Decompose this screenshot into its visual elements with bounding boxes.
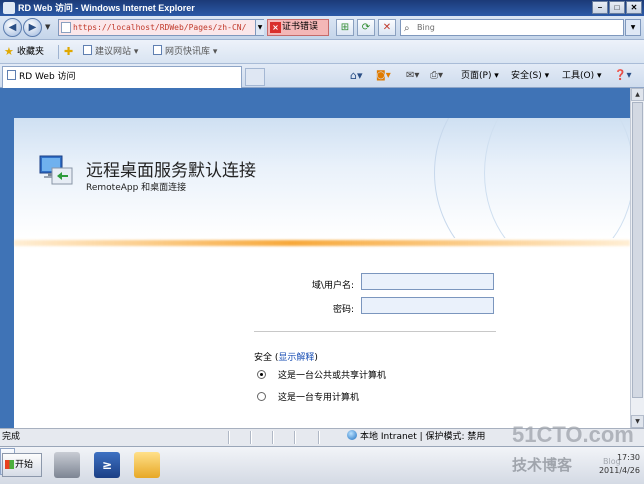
close-window-button[interactable]: ✕ (626, 1, 642, 14)
tab-page-icon (7, 70, 16, 80)
new-tab-button[interactable] (245, 68, 265, 86)
powershell-icon[interactable]: ≥ (94, 452, 120, 478)
search-input[interactable]: ⌕ Bing (400, 19, 624, 36)
add-to-favorites-icon[interactable]: ✚ (64, 40, 73, 64)
tools-menu[interactable]: 工具(O) ▾ (562, 64, 602, 88)
vertical-scrollbar[interactable]: ▲ ▼ (630, 88, 644, 428)
search-icon: ⌕ (404, 23, 410, 34)
recent-pages-dropdown[interactable]: ▼ (45, 23, 50, 31)
page-icon (153, 45, 162, 55)
password-label: 密码: (332, 305, 354, 315)
private-computer-label: 这是一台专用计算机 (278, 393, 360, 403)
minimize-button[interactable]: – (592, 1, 608, 14)
scroll-up-button[interactable]: ▲ (631, 88, 644, 101)
status-bar: 完成 本地 Intranet | 保护模式: 禁用 (0, 428, 644, 446)
username-input[interactable] (361, 273, 494, 290)
safety-menu[interactable]: 安全(S) ▾ (511, 64, 549, 88)
search-placeholder: Bing (417, 23, 435, 32)
address-bar[interactable]: https://localhost/RDWeb/Pages/zh-CN/ (58, 19, 264, 36)
form-divider (254, 331, 496, 332)
private-computer-radio[interactable] (257, 392, 266, 401)
stop-icon: ✕ (382, 22, 392, 33)
clock-date: 2011/4/26 (598, 466, 640, 475)
refresh-icon: ⟳ (361, 22, 371, 33)
intranet-globe-icon (347, 430, 357, 440)
web-slice-gallery-link[interactable]: 网页快讯库 ▾ (153, 40, 217, 64)
banner-orange-glow (14, 240, 630, 246)
show-explanation-link[interactable]: 显示解释 (278, 353, 314, 363)
status-divider (318, 431, 320, 444)
back-button[interactable]: ◀ (3, 18, 22, 37)
certificate-error-button[interactable]: × 证书错误 (267, 19, 329, 36)
status-divider (228, 431, 230, 444)
stop-button[interactable]: ✕ (378, 19, 396, 36)
page-menu[interactable]: 页面(P) ▾ (461, 64, 499, 88)
help-icon[interactable]: ❓▾ (614, 64, 631, 88)
start-label: 开始 (15, 460, 34, 470)
home-icon[interactable]: ⌂▾ (350, 64, 363, 88)
page-icon (61, 22, 71, 33)
status-divider (294, 431, 296, 444)
public-computer-radio[interactable] (257, 370, 266, 379)
windows-flag-icon (5, 460, 14, 469)
suggested-sites-link[interactable]: 建议网站 ▾ (83, 40, 138, 64)
clock-time: 17:30 (616, 453, 640, 462)
scroll-down-button[interactable]: ▼ (631, 415, 644, 428)
cert-error-label: 证书错误 (282, 22, 319, 32)
maximize-button[interactable]: □ (609, 1, 625, 14)
page-content: 远程桌面服务默认连接 RemoteApp 和桌面连接 域\用户名: 密码: 安全… (0, 88, 630, 428)
security-heading: 安全 (显示解释) (254, 353, 318, 363)
tab-title: RD Web 访问 (19, 72, 76, 82)
address-url: https://localhost/RDWeb/Pages/zh-CN/ (73, 23, 247, 32)
status-divider (272, 431, 274, 444)
favorites-button[interactable]: 收藏夹 (17, 40, 44, 64)
taskbar: 开始 ≥ e 17:30 2011/4/26 (0, 446, 644, 484)
globe-decoration-inner (484, 118, 630, 238)
window-controls: – □ ✕ (592, 1, 642, 14)
system-clock[interactable]: 17:30 2011/4/26 (588, 451, 642, 481)
compatibility-icon: ⊞ (340, 22, 350, 33)
favorites-divider (58, 45, 59, 59)
password-input[interactable] (361, 297, 494, 314)
forward-arrow-icon: ▶ (28, 22, 37, 33)
server-manager-icon[interactable] (54, 452, 80, 478)
cert-error-icon: × (270, 22, 281, 33)
start-button[interactable]: 开始 (2, 453, 42, 477)
address-toolbar: ◀ ▶ ▼ https://localhost/RDWeb/Pages/zh-C… (0, 16, 644, 40)
public-computer-label: 这是一台公共或共享计算机 (278, 371, 387, 381)
refresh-button[interactable]: ⟳ (357, 19, 375, 36)
remote-desktop-logo-icon (39, 155, 73, 185)
search-options-button[interactable]: ▼ (625, 19, 641, 36)
window-title-bar: RD Web 访问 - Windows Internet Explorer – … (0, 0, 644, 16)
window-title: RD Web 访问 - Windows Internet Explorer (18, 3, 195, 13)
private-computer-option[interactable]: 这是一台专用计算机 (257, 390, 359, 403)
page-title: 远程桌面服务默认连接 (86, 161, 256, 181)
explorer-folder-icon[interactable] (134, 452, 160, 478)
tab-rd-web[interactable]: RD Web 访问 (2, 66, 242, 88)
login-frame: 远程桌面服务默认连接 RemoteApp 和桌面连接 域\用户名: 密码: 安全… (14, 118, 630, 428)
page-icon (83, 45, 92, 55)
print-icon[interactable]: ⎙▾ (430, 64, 443, 88)
mail-icon[interactable]: ✉▾ (406, 64, 419, 88)
username-label: 域\用户名: (311, 281, 354, 291)
status-text: 完成 (2, 432, 21, 442)
back-arrow-icon: ◀ (8, 22, 17, 33)
tab-command-bar: RD Web 访问 ⌂▾ ◙▾ ✉▾ ⎙▾ 页面(P) ▾ 安全(S) ▾ 工具… (0, 64, 644, 88)
security-zone[interactable]: 本地 Intranet | 保护模式: 禁用 (347, 429, 485, 446)
feeds-icon[interactable]: ◙▾ (376, 64, 391, 88)
status-divider (250, 431, 252, 444)
scroll-thumb[interactable] (632, 102, 643, 398)
favorites-bar: ★ 收藏夹 ✚ 建议网站 ▾ 网页快讯库 ▾ (0, 40, 644, 64)
forward-button[interactable]: ▶ (23, 18, 42, 37)
ie-app-icon (3, 2, 15, 14)
page-subtitle: RemoteApp 和桌面连接 (86, 183, 187, 193)
address-dropdown-button[interactable]: ▼ (255, 20, 264, 35)
favorites-star-icon: ★ (4, 45, 14, 58)
public-computer-option[interactable]: 这是一台公共或共享计算机 (257, 368, 386, 381)
compatibility-view-button[interactable]: ⊞ (336, 19, 354, 36)
